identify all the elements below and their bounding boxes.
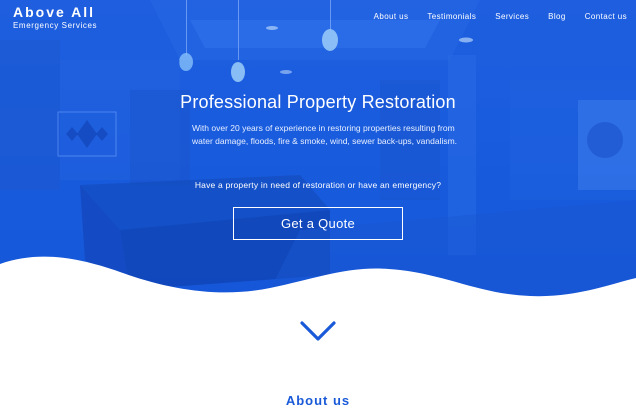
hero-headline: Professional Property Restoration bbox=[180, 92, 456, 112]
main-nav: About us Testimonials Services Blog Cont… bbox=[355, 12, 627, 21]
page: Above All Emergency Services About us Te… bbox=[0, 0, 636, 416]
hero-description: With over 20 years of experience in rest… bbox=[192, 123, 458, 146]
chevron-down-icon[interactable] bbox=[300, 320, 336, 342]
hero-question: Have a property in need of restoration o… bbox=[194, 180, 442, 190]
brand-title: Above All bbox=[13, 4, 96, 20]
nav-item-contact[interactable]: Contact us bbox=[585, 12, 627, 21]
get-a-quote-button[interactable]: Get a Quote bbox=[233, 207, 403, 240]
about-heading: About us bbox=[285, 393, 351, 408]
brand-logo[interactable]: Above All Emergency Services bbox=[13, 5, 97, 31]
nav-item-services[interactable]: Services bbox=[495, 12, 529, 21]
nav-item-testimonials[interactable]: Testimonials bbox=[427, 12, 476, 21]
wave-divider bbox=[0, 256, 636, 320]
nav-item-blog[interactable]: Blog bbox=[548, 12, 566, 21]
nav-item-about[interactable]: About us bbox=[374, 12, 409, 21]
brand-subtitle: Emergency Services bbox=[13, 21, 98, 30]
